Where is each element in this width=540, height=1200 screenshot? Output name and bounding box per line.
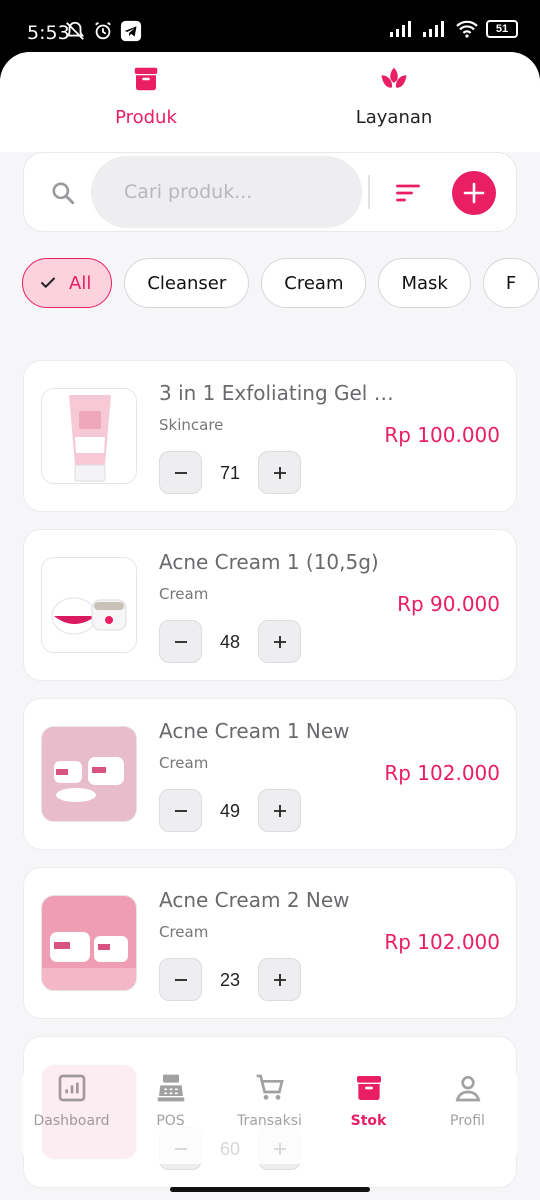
product-category: Skincare	[159, 416, 224, 434]
product-image	[41, 895, 137, 991]
sort-filter-icon[interactable]	[394, 179, 422, 207]
signal-icon	[423, 21, 444, 37]
home-indicator[interactable]	[170, 1187, 370, 1192]
nav-stok[interactable]: Stok	[319, 1072, 418, 1129]
nav-label: Profil	[450, 1113, 485, 1129]
product-category: Cream	[159, 923, 209, 941]
nav-label: Transaksi	[237, 1113, 302, 1129]
category-chips: All Cleanser Cream Mask F	[22, 258, 540, 308]
product-card[interactable]: 3 in 1 Exfoliating Gel 10... Skincare Rp…	[23, 360, 517, 512]
tab-layanan[interactable]: Layanan	[294, 64, 494, 128]
alarm-icon	[95, 21, 111, 40]
top-tab-bar: Produk Layanan	[0, 52, 540, 152]
chip-label: Mask	[401, 272, 448, 294]
product-card[interactable]: Acne Cream 1 New Cream Rp 102.000 49	[23, 698, 517, 850]
decrease-qty-button[interactable]	[159, 789, 202, 832]
battery-icon: 51	[486, 20, 518, 38]
product-card[interactable]: Acne Cream 1 (10,5g) Cream Rp 90.000 48	[23, 529, 517, 681]
decrease-qty-button[interactable]	[159, 620, 202, 663]
chip-more[interactable]: F	[482, 258, 540, 308]
product-category: Cream	[159, 754, 209, 772]
lotus-icon	[381, 67, 407, 88]
minus-icon	[174, 809, 187, 812]
bottom-navigation: Dashboard POS Transaksi Stok Profil	[22, 1064, 518, 1164]
increase-qty-button[interactable]	[258, 789, 301, 832]
divider	[368, 175, 370, 209]
person-icon	[455, 1076, 480, 1102]
product-name: 3 in 1 Exfoliating Gel 10...	[159, 381, 399, 405]
nav-transaksi[interactable]: Transaksi	[220, 1072, 319, 1129]
product-image	[41, 557, 137, 653]
signal-icon	[390, 21, 411, 37]
nav-label: Stok	[350, 1113, 387, 1129]
chip-cleanser[interactable]: Cleanser	[124, 258, 250, 308]
cart-icon	[256, 1074, 284, 1100]
nav-profil[interactable]: Profil	[418, 1072, 517, 1129]
add-product-button[interactable]	[452, 171, 496, 215]
wifi-icon	[456, 20, 478, 38]
search-icon	[52, 182, 75, 205]
minus-icon	[174, 640, 187, 643]
plus-icon	[273, 635, 286, 648]
chip-mask[interactable]: Mask	[378, 258, 471, 308]
quantity-value: 23	[219, 970, 241, 990]
increase-qty-button[interactable]	[258, 620, 301, 663]
chart-icon	[58, 1074, 85, 1102]
nav-label: Dashboard	[33, 1113, 110, 1129]
product-name: Acne Cream 2 New	[159, 888, 350, 912]
status-system-icons: 51	[389, 20, 518, 38]
nav-label: POS	[156, 1113, 185, 1129]
cash-register-icon	[157, 1074, 184, 1102]
product-name: Acne Cream 1 New	[159, 719, 350, 743]
chip-label: Cream	[284, 272, 344, 294]
tab-produk[interactable]: Produk	[46, 64, 246, 128]
app-screen: Produk Layanan All Cleanser Cream Mask F	[0, 52, 540, 1200]
product-price: Rp 102.000	[384, 930, 500, 954]
product-price: Rp 90.000	[397, 592, 500, 616]
decrease-qty-button[interactable]	[159, 958, 202, 1001]
minus-icon	[174, 471, 187, 474]
increase-qty-button[interactable]	[258, 451, 301, 494]
product-image	[41, 726, 137, 822]
plus-icon	[273, 804, 286, 817]
status-bar: 5:53 51	[0, 0, 540, 54]
chip-label: Cleanser	[147, 272, 227, 294]
quantity-value: 71	[219, 463, 241, 483]
search-input[interactable]	[91, 156, 362, 228]
plus-icon	[273, 466, 286, 479]
plus-icon	[273, 973, 286, 986]
chip-label: All	[69, 272, 92, 294]
increase-qty-button[interactable]	[258, 958, 301, 1001]
product-image	[41, 388, 137, 484]
box-icon	[134, 67, 158, 91]
quantity-value: 48	[219, 632, 241, 652]
tab-produk-label: Produk	[115, 107, 177, 128]
product-price: Rp 102.000	[384, 761, 500, 785]
plus-icon	[463, 182, 485, 204]
nav-pos[interactable]: POS	[121, 1072, 220, 1129]
product-category: Cream	[159, 585, 209, 603]
product-price: Rp 100.000	[384, 423, 500, 447]
chip-all[interactable]: All	[22, 258, 113, 308]
decrease-qty-button[interactable]	[159, 451, 202, 494]
telegram-icon	[120, 20, 142, 42]
nav-dashboard[interactable]: Dashboard	[22, 1072, 121, 1129]
box-icon	[356, 1076, 381, 1100]
chip-label: F	[505, 272, 517, 294]
product-name: Acne Cream 1 (10,5g)	[159, 550, 379, 574]
product-card[interactable]: Acne Cream 2 New Cream Rp 102.000 23	[23, 867, 517, 1019]
status-notification-icons	[64, 20, 142, 42]
quantity-value: 49	[219, 801, 241, 821]
chip-cream[interactable]: Cream	[261, 258, 367, 308]
tab-layanan-label: Layanan	[355, 107, 433, 128]
bell-off-icon	[65, 21, 85, 40]
check-icon	[41, 277, 55, 288]
search-bar-card	[23, 152, 517, 232]
minus-icon	[174, 978, 187, 981]
